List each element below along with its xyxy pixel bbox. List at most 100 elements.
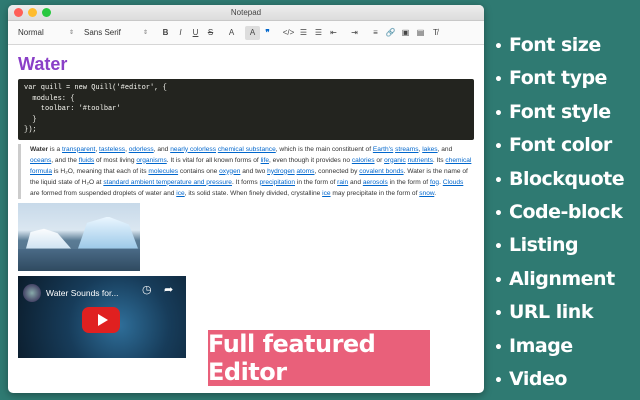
header-picker[interactable]: Normal ⇕ — [18, 28, 74, 37]
video-title[interactable]: Water Sounds for... — [46, 288, 118, 298]
title-bar[interactable]: Notepad — [8, 5, 484, 21]
quote-text: in the form of — [387, 178, 430, 186]
italic-button[interactable]: I — [173, 26, 188, 40]
feature-label: Image — [509, 334, 573, 357]
feature-item: • Listing — [494, 230, 624, 263]
quote-text: are formed from suspended droplets of wa… — [30, 189, 177, 197]
quote-link[interactable]: standard ambient temperature and pressur… — [103, 179, 232, 186]
quote-link[interactable]: lakes — [422, 146, 437, 153]
quote-link[interactable]: atoms — [297, 168, 315, 175]
strike-button[interactable]: S — [203, 26, 218, 40]
quote-link[interactable]: Earth's — [373, 146, 393, 153]
quote-link[interactable]: fog — [430, 179, 439, 186]
quote-link[interactable]: rain — [337, 179, 348, 186]
quote-link[interactable]: transparent — [62, 146, 95, 153]
quote-text: and — [348, 178, 363, 186]
quote-text: , its solid state. When finely divided, … — [184, 189, 323, 197]
feature-item: • Code-block — [494, 197, 624, 230]
bullet-icon: • — [494, 339, 503, 356]
feature-label: Listing — [509, 234, 579, 257]
quote-text: is a — [48, 145, 63, 153]
close-window-button[interactable] — [14, 8, 23, 17]
quote-link[interactable]: covalent bonds — [359, 168, 403, 175]
feature-label: Video — [509, 368, 567, 391]
quote-link[interactable]: nearly colorless — [170, 146, 216, 153]
bullet-icon: • — [494, 139, 503, 156]
embedded-video[interactable]: Water Sounds for... ◷ ➦ — [18, 275, 186, 358]
iceberg-image[interactable] — [18, 202, 140, 271]
quote-link[interactable]: fluids — [79, 157, 94, 164]
bullet-icon: • — [494, 373, 503, 390]
font-picker[interactable]: Sans Serif ⇕ — [84, 28, 148, 37]
bullet-icon: • — [494, 206, 503, 223]
clean-button[interactable]: T̸ — [428, 26, 443, 40]
editor-toolbar: Normal ⇕ Sans Serif ⇕ B I U S A A ❞ </> ☰ ☰ ⇤ ⇥ ≡ 🔗 ▣ ▤… — [8, 21, 484, 45]
quote-link[interactable]: ice — [176, 190, 184, 197]
code-block-button[interactable]: </> — [281, 26, 296, 40]
quote-link[interactable]: ice — [322, 190, 330, 197]
link-button[interactable]: 🔗 — [383, 26, 398, 40]
feature-item: • Video — [494, 364, 624, 397]
quote-text: contains one — [178, 167, 220, 175]
quote-link[interactable]: snow — [419, 190, 434, 197]
align-button[interactable]: ≡ — [368, 26, 383, 40]
quote-link[interactable]: molecules — [148, 168, 178, 175]
blockquote[interactable]: Water is a transparent, tasteless, odorl… — [18, 143, 474, 199]
quote-text: . Its — [432, 156, 446, 164]
blockquote-button[interactable]: ❞ — [260, 26, 275, 40]
indent-increase-button[interactable]: ⇥ — [347, 26, 362, 40]
quote-link[interactable]: calories — [352, 157, 375, 164]
zoom-window-button[interactable] — [42, 8, 51, 17]
quote-link[interactable]: aerosols — [363, 179, 388, 186]
bullet-icon: • — [494, 105, 503, 122]
feature-label: Font color — [509, 134, 612, 157]
bold-button[interactable]: B — [158, 26, 173, 40]
quote-link[interactable]: odorless — [129, 146, 154, 153]
quote-link[interactable]: life — [261, 157, 269, 164]
window-title: Notepad — [230, 8, 262, 17]
quote-text: . It is vital for all known forms of — [166, 156, 261, 164]
header-picker-arrows-icon: ⇕ — [68, 30, 74, 36]
background-color-button[interactable]: A — [245, 25, 260, 40]
ordered-list-button[interactable]: ☰ — [296, 26, 311, 40]
quote-text: , which is the main constituent of — [275, 145, 373, 153]
quote-text: , and — [437, 145, 453, 153]
quote-text: . — [434, 189, 437, 197]
quote-link[interactable]: tasteless — [99, 146, 125, 153]
indent-decrease-button[interactable]: ⇤ — [326, 26, 341, 40]
watch-later-icon[interactable]: ◷ — [142, 283, 152, 296]
underline-button[interactable]: U — [188, 26, 203, 40]
quote-text: Water — [30, 145, 49, 153]
quote-link[interactable]: streams — [395, 146, 418, 153]
quote-link[interactable]: hydrogen — [267, 168, 295, 175]
quote-text: and two — [240, 167, 268, 175]
quote-link[interactable]: organic — [384, 157, 406, 164]
quote-link[interactable]: nutrients — [408, 157, 433, 164]
minimize-window-button[interactable] — [28, 8, 37, 17]
feature-item: • URL link — [494, 297, 624, 330]
bullet-icon: • — [494, 172, 503, 189]
quote-text: , even though it provides no — [269, 156, 352, 164]
feature-label: Blockquote — [509, 167, 625, 190]
feature-item: • Alignment — [494, 264, 624, 297]
share-icon[interactable]: ➦ — [164, 283, 173, 296]
quote-link[interactable]: organisms — [136, 157, 166, 164]
quote-link[interactable]: oxygen — [219, 168, 240, 175]
image-button[interactable]: ▣ — [398, 26, 413, 40]
format-buttons: B I U S A A ❞ </> ☰ ☰ ⇤ ⇥ ≡ 🔗 ▣ ▤ T̸ — [158, 25, 443, 40]
video-button[interactable]: ▤ — [413, 26, 428, 40]
feature-item: • Image — [494, 331, 624, 364]
bullet-list-button[interactable]: ☰ — [311, 26, 326, 40]
quote-text: , and — [153, 145, 171, 153]
feature-item: • Font type — [494, 63, 624, 96]
document-heading[interactable]: Water — [18, 54, 474, 75]
quote-link[interactable]: chemical substance — [218, 146, 276, 153]
quote-link[interactable]: precipitation — [259, 179, 295, 186]
code-block[interactable]: var quill = new Quill('#editor', { modul… — [18, 79, 474, 140]
font-color-button[interactable]: A — [224, 26, 239, 40]
quote-link[interactable]: Clouds — [443, 179, 464, 186]
play-button[interactable] — [82, 306, 120, 333]
editor-content[interactable]: Water var quill = new Quill('#editor', {… — [8, 45, 484, 358]
quote-link[interactable]: oceans — [30, 157, 51, 164]
quote-text: in the form of — [295, 178, 338, 186]
